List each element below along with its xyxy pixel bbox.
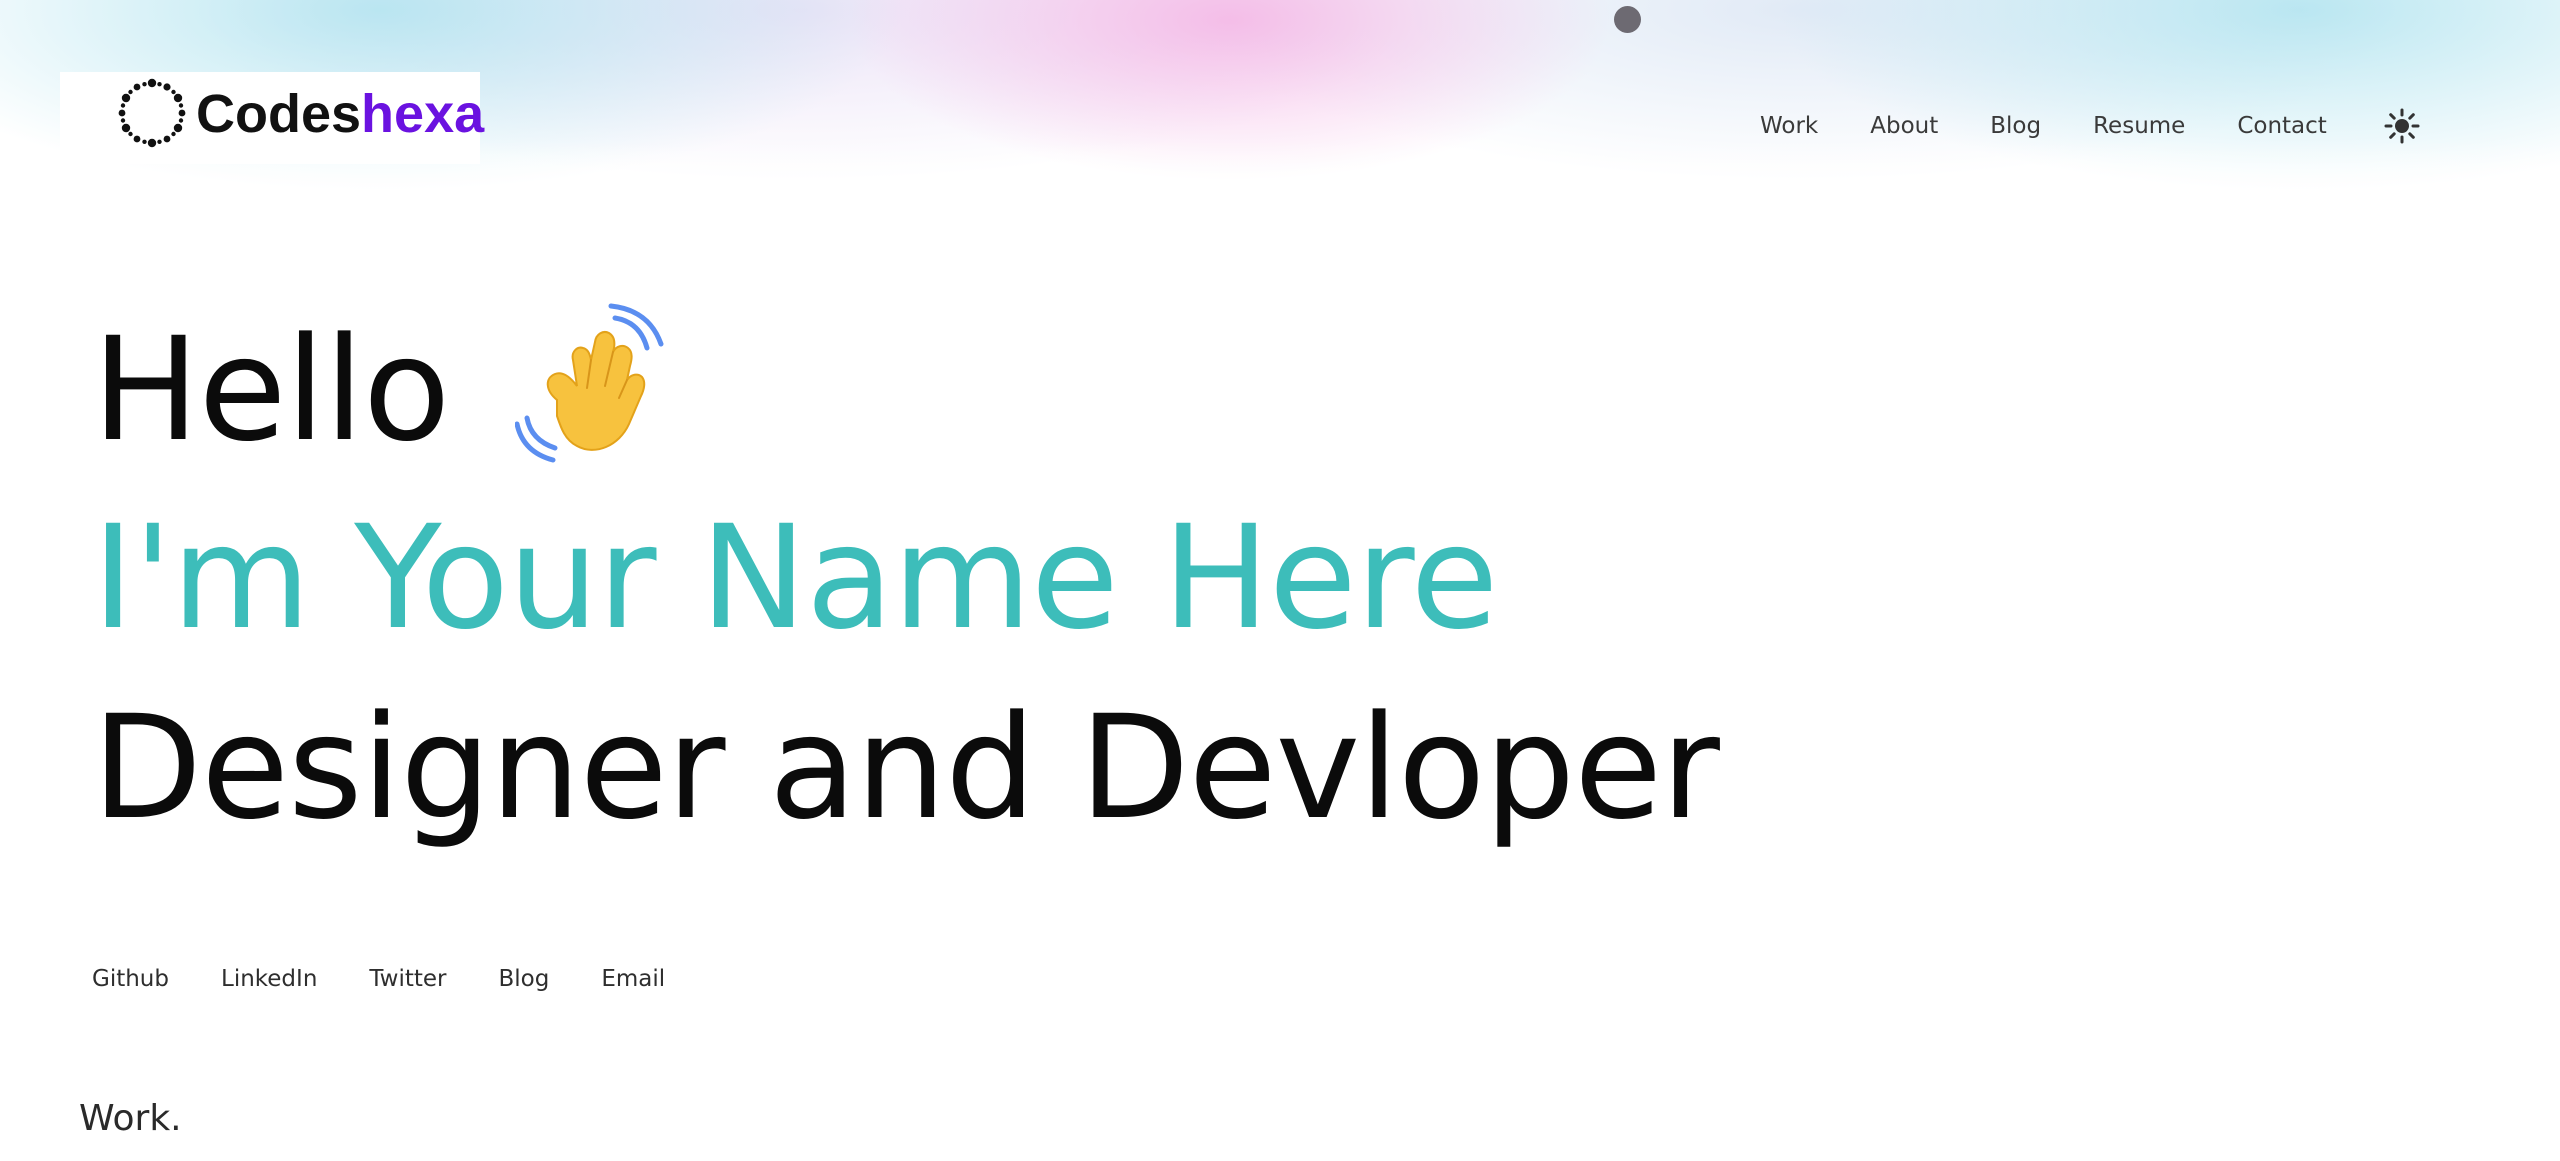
site-logo[interactable]: Codeshexa — [60, 72, 484, 164]
hero-greeting: Hello — [92, 306, 450, 473]
logo-wordmark: Codeshexa — [196, 82, 484, 146]
cursor-dot — [1614, 6, 1641, 33]
nav-item-work[interactable]: Work — [1760, 106, 1818, 146]
logo-text-part-b: hexa — [361, 84, 485, 144]
logo-text-part-a: Codes — [196, 84, 362, 144]
hero-section: Hello I'm Your Name Here Designer and De… — [92, 300, 1720, 858]
social-link-github[interactable]: Github — [92, 966, 169, 992]
portfolio-page: Codeshexa Work About Blog Resume Contact… — [0, 0, 2560, 1161]
hero-name: I'm Your Name Here — [92, 494, 1498, 661]
work-section-title: Work. — [79, 1098, 182, 1139]
social-links: Github LinkedIn Twitter Blog Email — [92, 966, 717, 992]
nav-item-contact[interactable]: Contact — [2237, 106, 2326, 146]
social-link-email[interactable]: Email — [601, 966, 665, 992]
dotted-ring-icon — [118, 78, 186, 148]
hero-role: Designer and Devloper — [92, 684, 1720, 851]
social-link-blog[interactable]: Blog — [499, 966, 550, 992]
nav-item-resume[interactable]: Resume — [2093, 106, 2185, 146]
nav-item-about[interactable]: About — [1870, 106, 1938, 146]
social-link-twitter[interactable]: Twitter — [369, 966, 446, 992]
main-nav: Work About Blog Resume Contact — [1760, 106, 2421, 146]
waving-hand-icon — [515, 303, 664, 463]
social-link-linkedin[interactable]: LinkedIn — [221, 966, 317, 992]
nav-item-blog[interactable]: Blog — [1990, 106, 2041, 146]
sun-icon[interactable] — [2383, 107, 2421, 145]
hero-greeting-line: Hello — [92, 300, 1719, 480]
